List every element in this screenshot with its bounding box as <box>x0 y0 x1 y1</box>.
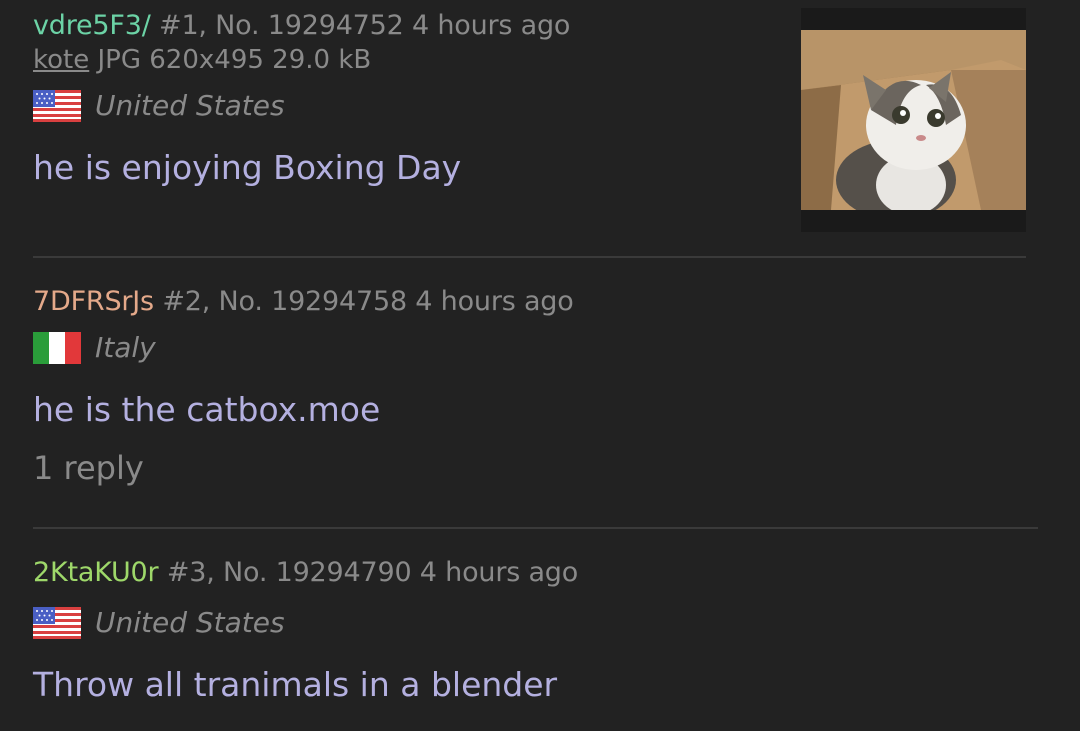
country: United States <box>33 606 578 639</box>
country-name: Italy <box>95 331 156 364</box>
country: Italy <box>33 331 574 364</box>
file-name-link[interactable]: kote <box>33 45 89 75</box>
post-divider <box>33 527 1038 529</box>
post-meta: #2, No. 19294758 4 hours ago <box>162 286 574 317</box>
country-name: United States <box>95 89 285 122</box>
post-divider <box>33 256 1026 258</box>
us-flag-icon <box>33 606 81 639</box>
cat-in-box-image <box>801 30 1026 210</box>
post-header: 2KtaKU0r #3, No. 19294790 4 hours ago <box>33 557 578 588</box>
post-body: Throw all tranimals in a blender <box>33 665 558 704</box>
post-thumbnail[interactable] <box>801 8 1026 232</box>
replies-link[interactable]: 1 reply <box>33 449 574 487</box>
post-2: 7DFRSrJs #2, No. 19294758 4 hours ago It… <box>33 286 574 487</box>
poster-id[interactable]: vdre5F3/ <box>33 10 151 41</box>
post-3: 2KtaKU0r #3, No. 19294790 4 hours ago Un… <box>33 557 578 704</box>
post-meta: #1, No. 19294752 4 hours ago <box>159 10 571 41</box>
post-1: vdre5F3/ #1, No. 19294752 4 hours ago ko… <box>33 10 570 187</box>
country: United States <box>33 89 570 122</box>
it-flag-icon <box>33 331 81 364</box>
post-body: he is enjoying Boxing Day <box>33 148 462 187</box>
poster-id[interactable]: 2KtaKU0r <box>33 557 159 588</box>
post-header: 7DFRSrJs #2, No. 19294758 4 hours ago <box>33 286 574 317</box>
us-flag-icon <box>33 89 81 122</box>
post-header: vdre5F3/ #1, No. 19294752 4 hours ago <box>33 10 570 41</box>
poster-id[interactable]: 7DFRSrJs <box>33 286 154 317</box>
post-body: he is the catbox.moe <box>33 390 381 429</box>
post-meta: #3, No. 19294790 4 hours ago <box>166 557 579 588</box>
file-info: kote JPG 620x495 29.0 kB <box>33 45 570 75</box>
country-name: United States <box>95 606 285 639</box>
file-details: JPG 620x495 29.0 kB <box>97 45 372 75</box>
